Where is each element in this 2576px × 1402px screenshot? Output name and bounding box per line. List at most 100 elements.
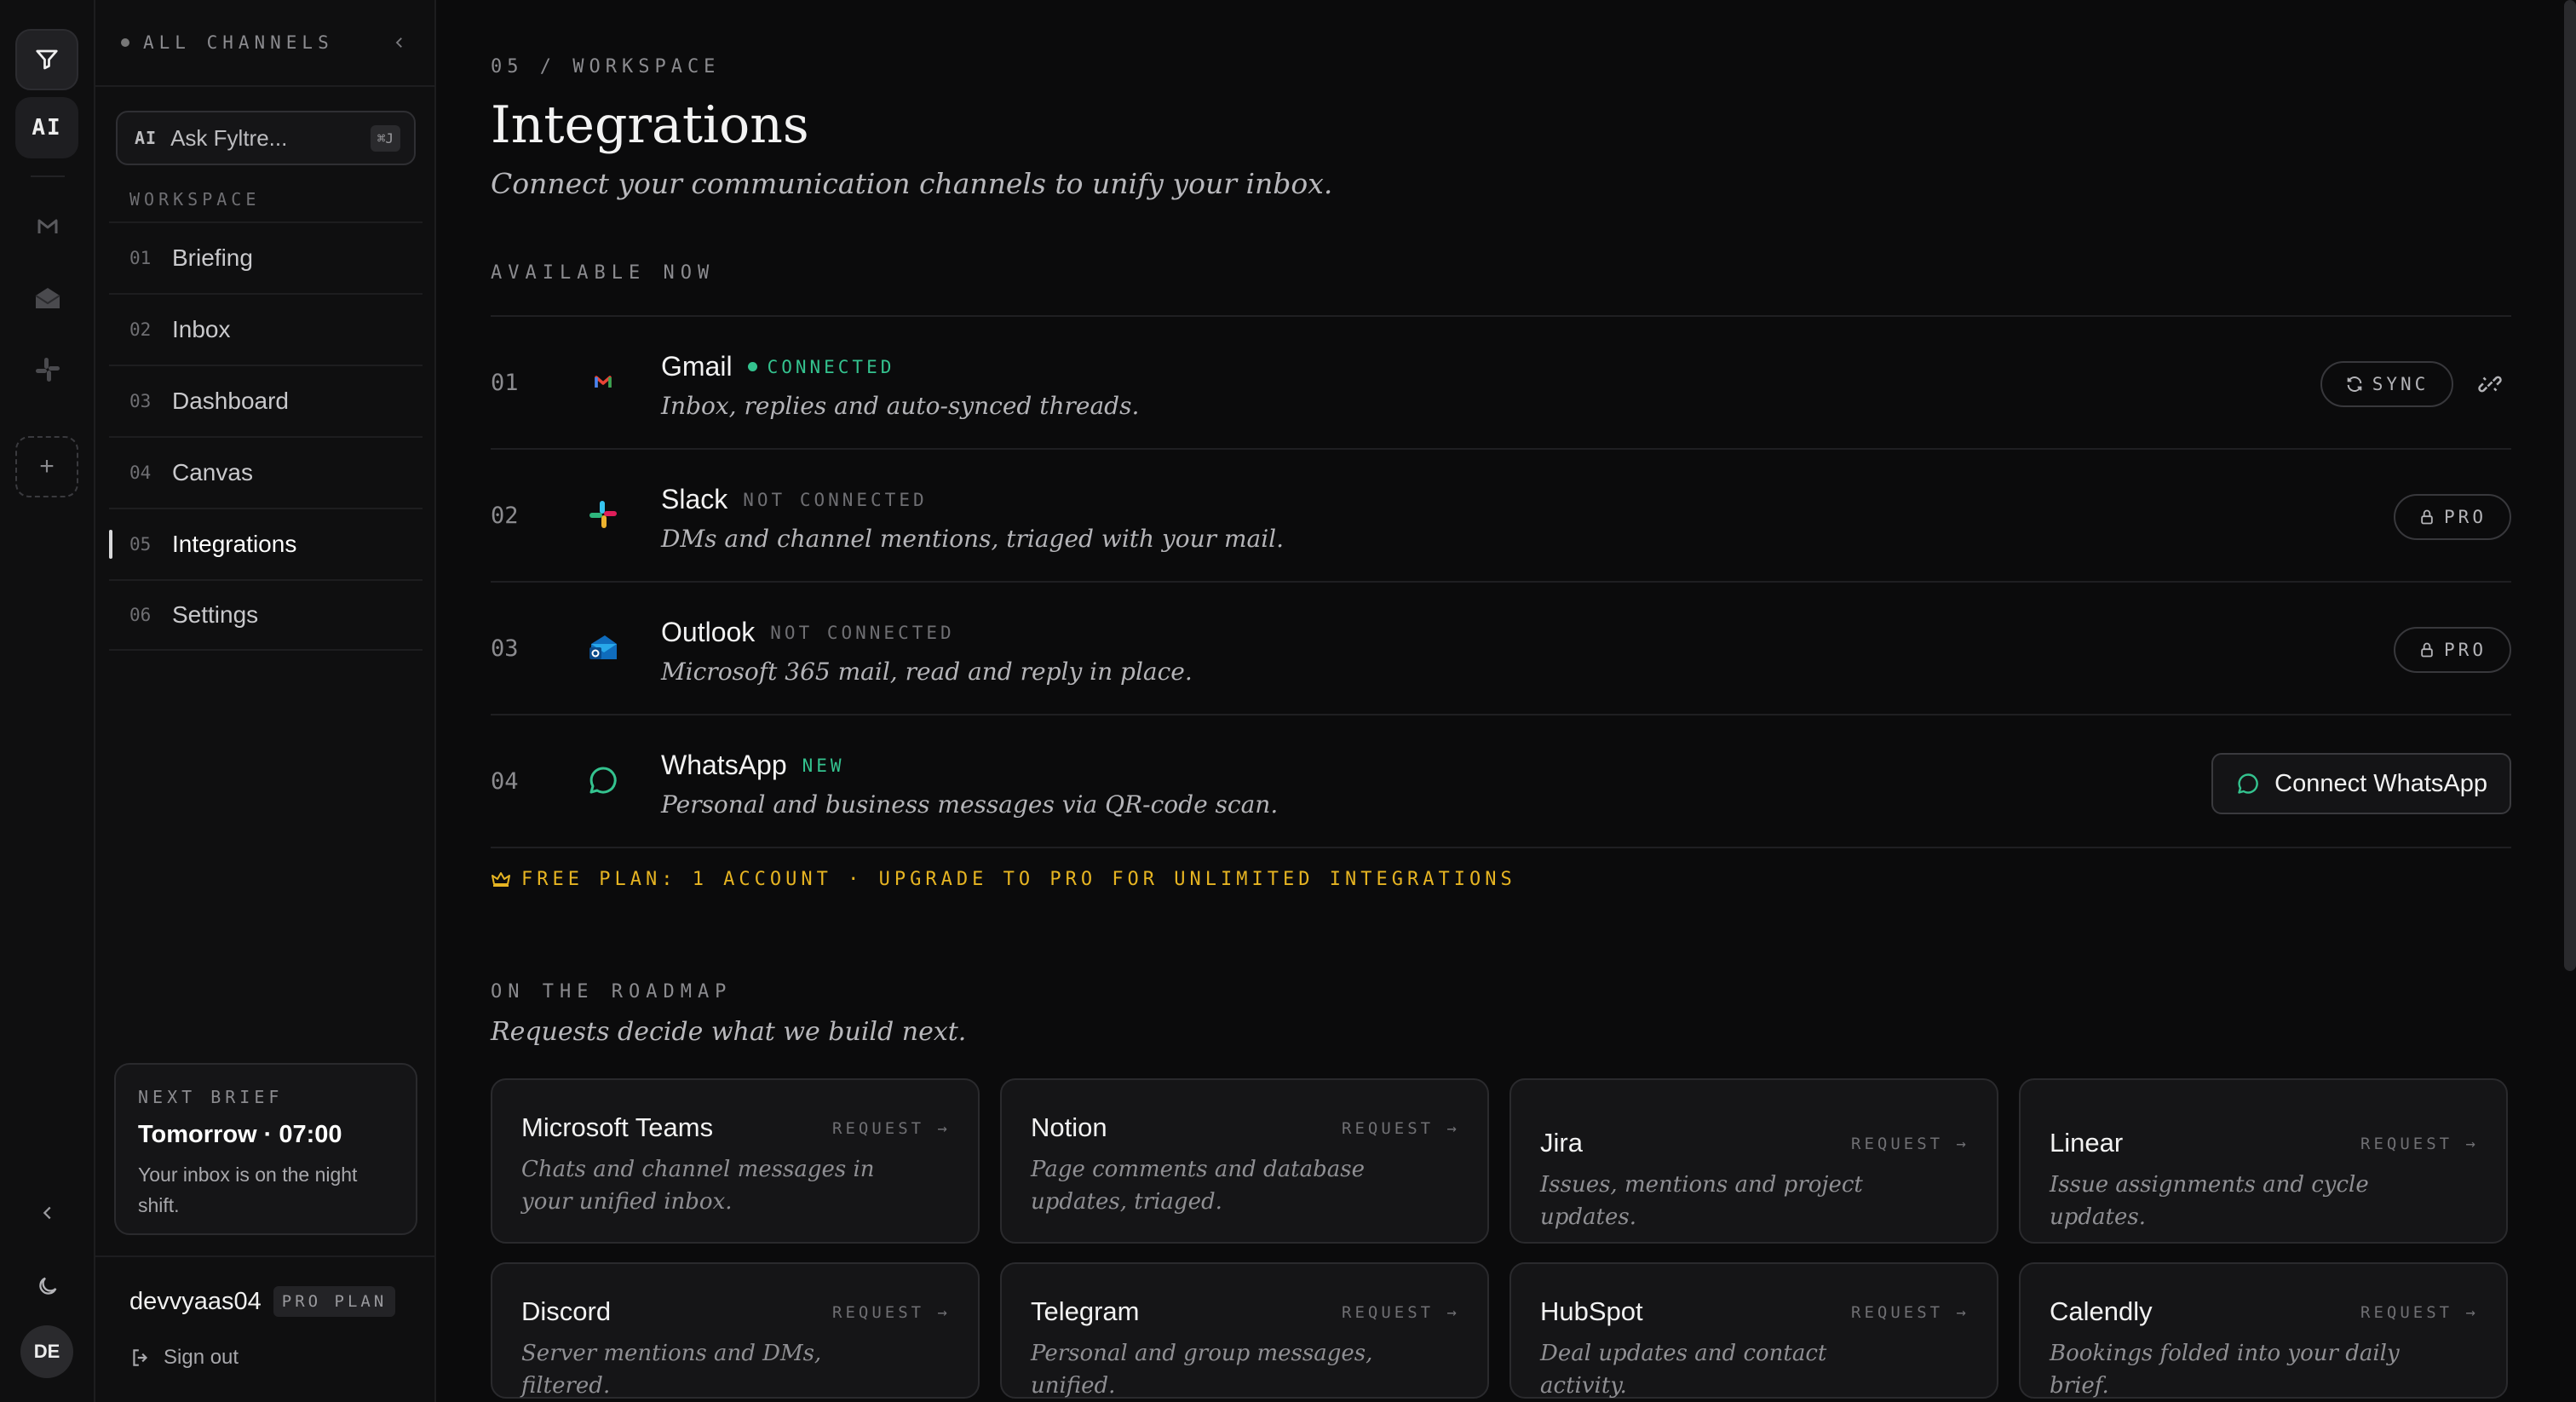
nav-item-label: Settings: [172, 601, 259, 628]
user-avatar[interactable]: DE: [20, 1325, 73, 1378]
request-link[interactable]: REQUEST →: [1851, 1135, 1969, 1153]
main-content: 05 / WORKSPACE Integrations Connect your…: [491, 0, 2511, 1402]
refresh-icon: [2347, 376, 2362, 392]
sync-button[interactable]: SYNC: [2320, 361, 2453, 407]
row-number: 04: [491, 768, 519, 795]
integration-row-outlook: 03 Outlook NOT CONNECTED Microsoft 365 m…: [491, 583, 2511, 715]
request-link[interactable]: REQUEST →: [832, 1303, 951, 1322]
collapse-rail-button[interactable]: [31, 1196, 65, 1230]
roadmap-card-name: Notion: [1031, 1112, 1107, 1142]
integration-title: Slack: [661, 484, 728, 514]
roadmap-card-linear[interactable]: Linear REQUEST → Issue assignments and c…: [2019, 1078, 2508, 1244]
nav-item-number: 05: [129, 534, 152, 554]
nav-item-settings[interactable]: 06 Settings: [109, 579, 423, 651]
shortcut-badge: ⌘J: [370, 124, 400, 152]
nav-item-number: 06: [129, 605, 152, 625]
chevron-left-icon[interactable]: [392, 35, 407, 50]
roadmap-card-name: Jira: [1540, 1128, 1583, 1158]
roadmap-card-notion[interactable]: Notion REQUEST → Page comments and datab…: [1000, 1078, 1489, 1244]
integration-name: Gmail CONNECTED: [661, 351, 894, 382]
integration-title: WhatsApp: [661, 750, 787, 780]
chat-icon: [2238, 773, 2258, 794]
status-badge: CONNECTED: [748, 357, 895, 377]
nav-item-number: 01: [129, 248, 152, 268]
status-dot: [121, 38, 129, 47]
sync-label: SYNC: [2372, 374, 2429, 394]
theme-toggle-button[interactable]: [31, 1269, 65, 1303]
roadmap-card-desc: Issue assignments and cycle updates.: [2050, 1172, 2369, 1230]
nav-item-inbox[interactable]: 02 Inbox: [109, 293, 423, 365]
crown-icon: [492, 871, 510, 887]
roadmap-card-desc: Page comments and database updates, tria…: [1031, 1157, 1365, 1215]
roadmap-card-desc: Personal and group messages, unified.: [1031, 1341, 1373, 1399]
roadmap-card-jira[interactable]: Jira REQUEST → Issues, mentions and proj…: [1509, 1078, 1998, 1244]
integration-desc: DMs and channel mentions, triaged with y…: [661, 525, 1285, 553]
next-brief-kicker: NEXT BRIEF: [138, 1087, 284, 1107]
filter-logo-button[interactable]: [15, 29, 78, 90]
roadmap-card-calendly[interactable]: Calendly REQUEST → Bookings folded into …: [2019, 1262, 2508, 1399]
workspace-section-label: WORKSPACE: [129, 189, 261, 210]
add-channel-button[interactable]: +: [15, 436, 78, 497]
connect-whatsapp-button[interactable]: Connect WhatsApp: [2211, 753, 2511, 814]
ai-button[interactable]: AI: [15, 97, 78, 158]
ask-ai-input[interactable]: AI Ask Fyltre... ⌘J: [116, 111, 416, 165]
nav-item-label: Dashboard: [172, 388, 289, 414]
status-badge: NOT CONNECTED: [743, 489, 928, 510]
roadmap-card-discord[interactable]: Discord REQUEST → Server mentions and DM…: [491, 1262, 980, 1399]
sign-out-icon: [133, 1349, 148, 1366]
request-link[interactable]: REQUEST →: [2360, 1303, 2479, 1322]
row-number: 01: [491, 370, 519, 396]
lock-icon: [2421, 509, 2433, 525]
page-subtitle: Connect your communication channels to u…: [491, 167, 1333, 200]
pro-upgrade-button[interactable]: PRO: [2394, 627, 2511, 673]
status-badge: NOT CONNECTED: [770, 622, 955, 643]
roadmap-card-telegram[interactable]: Telegram REQUEST → Personal and group me…: [1000, 1262, 1489, 1399]
channel-switcher[interactable]: ALL CHANNELS: [95, 0, 434, 87]
sidebar: ALL CHANNELS AI Ask Fyltre... ⌘J WORKSPA…: [95, 0, 436, 1402]
sign-out-link[interactable]: Sign out: [129, 1346, 239, 1370]
nav-item-briefing[interactable]: 01 Briefing: [109, 221, 423, 293]
gmail-icon: [595, 376, 612, 388]
available-now-label: AVAILABLE NOW: [491, 262, 716, 284]
roadmap-card-name: Discord: [521, 1296, 612, 1326]
request-link[interactable]: REQUEST →: [1342, 1119, 1460, 1138]
request-link[interactable]: REQUEST →: [832, 1119, 951, 1138]
integration-name: WhatsApp NEW: [661, 750, 845, 781]
roadmap-card-name: Calendly: [2050, 1296, 2153, 1326]
integration-desc: Personal and business messages via QR-co…: [661, 790, 1279, 819]
pro-upgrade-button[interactable]: PRO: [2394, 494, 2511, 540]
outlook-rail-icon[interactable]: [31, 281, 65, 315]
nav-item-integrations[interactable]: 05 Integrations: [109, 508, 423, 579]
roadmap-card-hubspot[interactable]: HubSpot REQUEST → Deal updates and conta…: [1509, 1262, 1998, 1399]
roadmap-card-microsoft-teams[interactable]: Microsoft Teams REQUEST → Chats and chan…: [491, 1078, 980, 1244]
request-link[interactable]: REQUEST →: [2360, 1135, 2479, 1153]
roadmap-card-desc: Server mentions and DMs, filtered.: [521, 1341, 822, 1399]
next-brief-card: NEXT BRIEF Tomorrow · 07:00 Your inbox i…: [114, 1063, 417, 1235]
disconnect-icon[interactable]: [2477, 371, 2503, 397]
nav-item-canvas[interactable]: 04 Canvas: [109, 436, 423, 508]
page-scrollbar[interactable]: [2564, 0, 2576, 971]
request-link[interactable]: REQUEST →: [1342, 1303, 1460, 1322]
breadcrumb: 05 / WORKSPACE: [491, 56, 721, 78]
roadmap-card-name: HubSpot: [1540, 1296, 1643, 1326]
moon-icon: [39, 1277, 57, 1295]
outlook-icon: [589, 635, 617, 659]
nav-item-dashboard[interactable]: 03 Dashboard: [109, 365, 423, 436]
roadmap-label: ON THE ROADMAP: [491, 981, 733, 1003]
gmail-rail-icon[interactable]: [31, 210, 65, 244]
page-title: Integrations: [491, 95, 809, 155]
integrations-list: 01 Gmail CONNECTED Inbox, replies and au…: [491, 315, 2511, 848]
new-badge: NEW: [802, 755, 845, 776]
slack-rail-icon[interactable]: [31, 353, 65, 387]
free-plan-text: FREE PLAN: 1 ACCOUNT · UPGRADE TO PRO FO…: [521, 869, 1516, 890]
nav-item-number: 04: [129, 463, 152, 483]
user-row: devvyaas04 PRO PLAN: [129, 1286, 396, 1317]
free-plan-banner[interactable]: FREE PLAN: 1 ACCOUNT · UPGRADE TO PRO FO…: [491, 869, 1516, 890]
nav-item-label: Canvas: [172, 459, 253, 486]
rail-divider: [31, 175, 65, 177]
pro-label: PRO: [2444, 640, 2487, 660]
slack-icon: [589, 501, 617, 528]
sidebar-footer: devvyaas04 PRO PLAN Sign out: [95, 1255, 434, 1402]
request-link[interactable]: REQUEST →: [1851, 1303, 1969, 1322]
lock-icon: [2421, 642, 2433, 658]
